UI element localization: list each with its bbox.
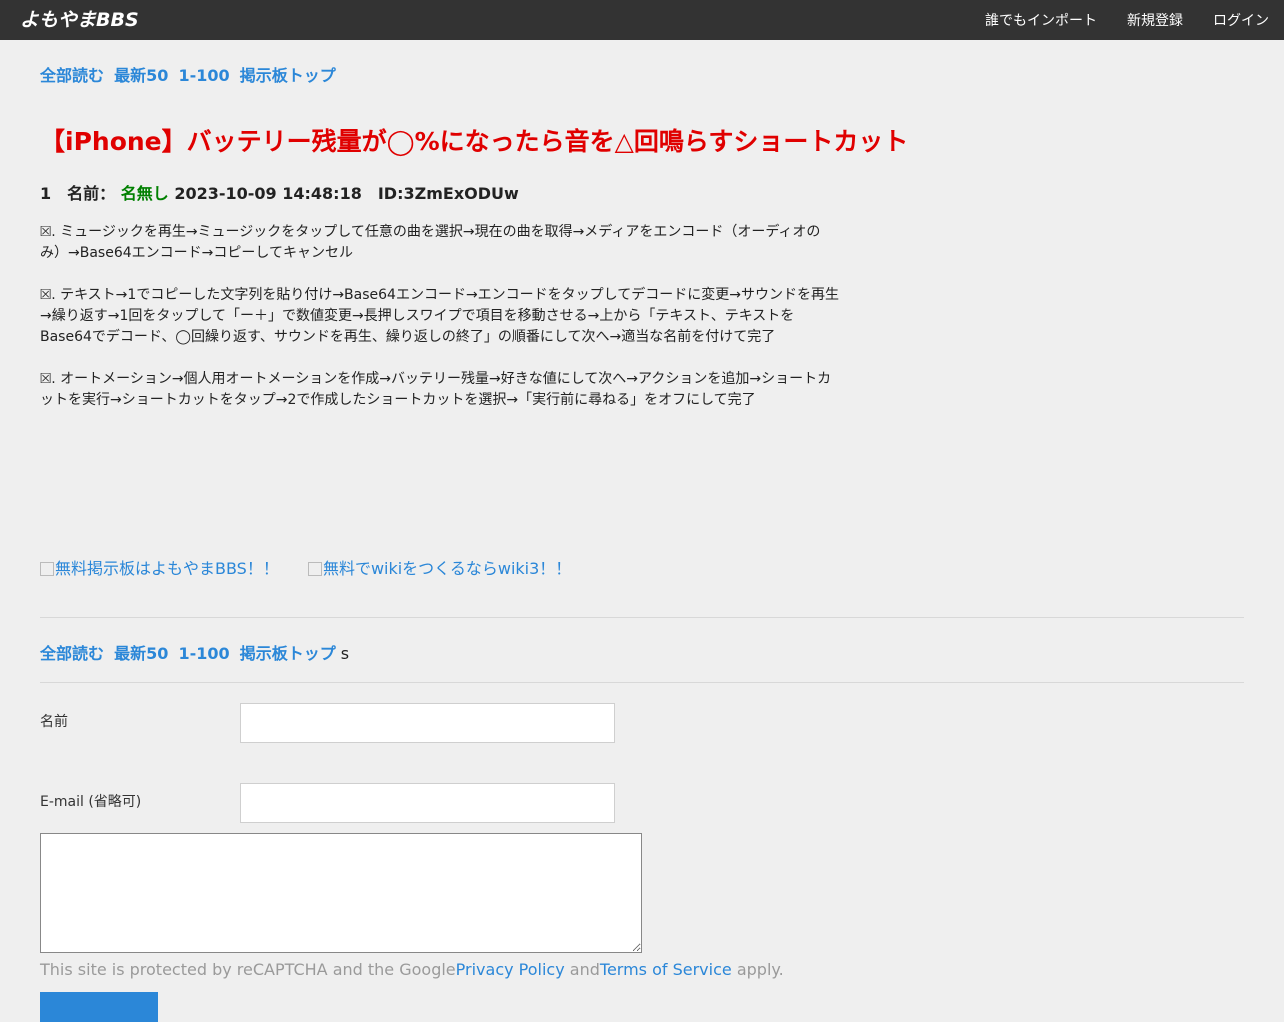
captcha-suffix: apply. xyxy=(731,960,784,979)
latest50-link[interactable]: 最新50 xyxy=(114,644,168,663)
board-top-link[interactable]: 掲示板トップ xyxy=(240,644,336,663)
message-textarea[interactable] xyxy=(40,833,642,953)
read-all-link[interactable]: 全部読む xyxy=(40,644,104,663)
read-all-link[interactable]: 全部読む xyxy=(40,66,104,85)
post-date: 2023-10-09 14:48:18 xyxy=(174,184,362,203)
nav-suffix: s xyxy=(340,644,350,663)
name-label: 名前 xyxy=(40,714,68,730)
email-input[interactable] xyxy=(240,783,615,823)
captcha-and: and xyxy=(564,960,600,979)
yomoyama-banner[interactable]: 無料掲示板はよもやまBBS！！ xyxy=(40,559,279,578)
recaptcha-notice: This site is protected by reCAPTCHA and … xyxy=(40,960,784,979)
post-name-label: 名前： xyxy=(67,184,116,203)
thread-title: 【iPhone】バッテリー残量が◯%になったら音を△回鳴らすショートカット xyxy=(40,127,909,156)
top-nav: 誰でもインポート 新規登録 ログイン xyxy=(955,0,1269,40)
top-bar: よもやまBBS 誰でもインポート 新規登録 ログイン xyxy=(0,0,1284,40)
post-body: ⮽. ミュージックを再生→ミュージックをタップして任意の曲を選択→現在の曲を取得… xyxy=(40,222,840,432)
site-logo[interactable]: よもやまBBS xyxy=(20,8,139,32)
import-link[interactable]: 誰でもインポート xyxy=(985,10,1097,30)
range-1-100-link[interactable]: 1-100 xyxy=(178,644,229,663)
broken-image-icon xyxy=(40,562,54,576)
banner-alt: 無料でwikiをつくるならwiki3！！ xyxy=(322,559,572,578)
post-number: 1 xyxy=(40,184,52,203)
post-header: 1 名前： 名無し 2023-10-09 14:48:18 ID:3ZmExODUw xyxy=(40,180,519,204)
captcha-prefix: This site is protected by reCAPTCHA and … xyxy=(40,960,456,979)
name-input[interactable] xyxy=(240,703,615,743)
privacy-policy-link[interactable]: Privacy Policy xyxy=(456,960,565,979)
thread-nav-bottom: 全部読む 最新50 1-100 掲示板トップ s xyxy=(40,640,349,664)
broken-image-icon xyxy=(307,562,322,576)
post-paragraph: ⮽. テキスト→1でコピーした文字列を貼り付け→Base64エンコード→エンコー… xyxy=(40,287,839,345)
banner-alt: 無料掲示板はよもやまBBS！！ xyxy=(55,559,279,578)
range-1-100-link[interactable]: 1-100 xyxy=(178,66,229,85)
latest50-link[interactable]: 最新50 xyxy=(114,66,168,85)
submit-button[interactable] xyxy=(40,992,158,1022)
post-id: ID:3ZmExODUw xyxy=(377,184,519,203)
thread-nav-top: 全部読む 最新50 1-100 掲示板トップ xyxy=(40,62,341,86)
wiki3-banner[interactable]: 無料でwikiをつくるならwiki3！！ xyxy=(307,559,572,578)
divider xyxy=(40,617,1244,618)
banner-row: 無料掲示板はよもやまBBS！！ 無料でwikiをつくるならwiki3！！ xyxy=(40,555,595,579)
register-link[interactable]: 新規登録 xyxy=(1127,10,1183,30)
divider xyxy=(40,682,1244,683)
email-label: E-mail (省略可) xyxy=(40,794,142,810)
terms-of-service-link[interactable]: Terms of Service xyxy=(600,960,732,979)
login-link[interactable]: ログイン xyxy=(1213,10,1269,30)
post-paragraph: ⮽. ミュージックを再生→ミュージックをタップして任意の曲を選択→現在の曲を取得… xyxy=(40,224,821,261)
post-paragraph: ⮽. オートメーション→個人用オートメーションを作成→バッテリー残量→好きな値に… xyxy=(40,371,832,408)
board-top-link[interactable]: 掲示板トップ xyxy=(240,66,336,85)
post-author: 名無し xyxy=(120,184,169,203)
